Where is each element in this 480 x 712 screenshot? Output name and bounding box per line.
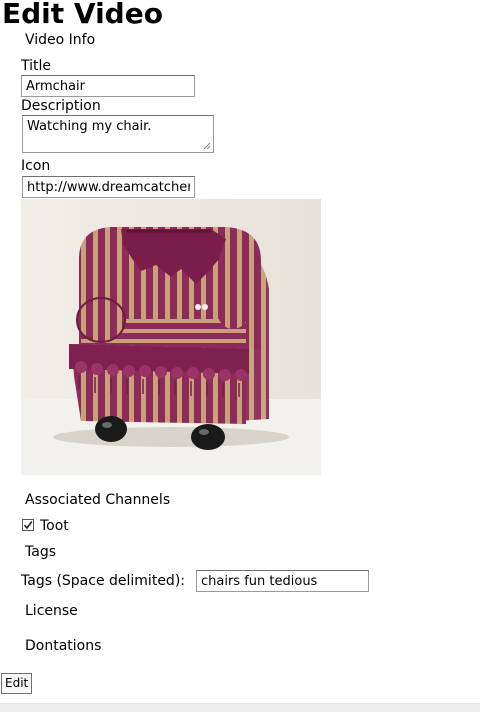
icon-preview-image [21, 199, 321, 475]
title-label: Title [21, 58, 52, 74]
armchair-image [21, 199, 321, 475]
description-label: Description [21, 98, 101, 114]
resize-grip-icon[interactable] [203, 142, 211, 150]
donations-legend: Dontations [25, 638, 102, 654]
icon-label: Icon [21, 158, 51, 174]
edit-button[interactable]: Edit [1, 673, 33, 694]
channel-label-toot: Toot [40, 518, 69, 534]
description-textarea[interactable]: Watching my chair. [22, 115, 214, 153]
tags-input[interactable] [196, 570, 369, 592]
title-input[interactable] [21, 75, 195, 97]
bottom-scrollbar [0, 703, 480, 712]
page-title: Edit Video [2, 0, 163, 30]
channel-checkbox-toot[interactable] [22, 519, 34, 531]
license-legend: License [25, 603, 78, 619]
video-info-legend: Video Info [25, 32, 96, 48]
icon-url-input[interactable] [22, 176, 195, 198]
tags-field-label: Tags (Space delimited): [21, 573, 185, 589]
checkmark-icon [23, 521, 33, 530]
tags-legend: Tags [25, 544, 56, 560]
associated-channels-legend: Associated Channels [25, 492, 171, 508]
